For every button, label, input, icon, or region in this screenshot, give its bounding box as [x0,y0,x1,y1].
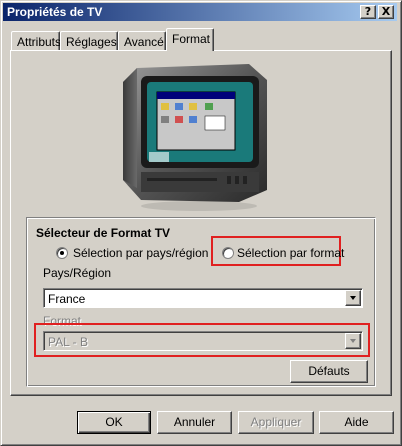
chevron-down-icon [350,339,356,343]
country-dropdown-button[interactable] [345,290,361,306]
radio-format-label[interactable]: Sélection par format [237,246,344,260]
format-dropdown: PAL - B [43,331,363,351]
country-value: France [48,292,86,306]
format-value: PAL - B [48,335,89,349]
television-icon [123,64,267,211]
help-button[interactable]: Aide [319,411,394,434]
title-bar[interactable]: Propriétés de TV ? X [3,3,397,21]
ok-button[interactable]: OK [77,411,151,434]
defaults-button[interactable]: Défauts [290,360,368,383]
tab-format[interactable]: Format [166,28,214,51]
tab-attributs[interactable]: Attributs [11,31,61,51]
help-title-button[interactable]: ? [360,5,376,19]
chevron-down-icon [350,296,356,300]
radio-country-label[interactable]: Sélection par pays/région [73,246,208,260]
radio-selected-dot [60,251,64,255]
cancel-button[interactable]: Annuler [157,411,232,434]
radio-format-selection[interactable] [222,247,234,259]
apply-button: Appliquer [238,411,314,434]
country-dropdown[interactable]: France [43,288,363,308]
window-title: Propriétés de TV [7,5,103,19]
tab-avance[interactable]: Avancé [118,31,166,51]
format-selector-title: Sélecteur de Format TV [34,226,173,240]
tab-reglages[interactable]: Réglages [60,31,118,51]
help-icon: ? [364,5,372,18]
close-icon: X [381,5,391,18]
country-label: Pays/Région [43,266,112,280]
radio-country-selection[interactable] [56,247,68,259]
format-dropdown-button [345,333,361,349]
close-title-button[interactable]: X [378,5,394,19]
